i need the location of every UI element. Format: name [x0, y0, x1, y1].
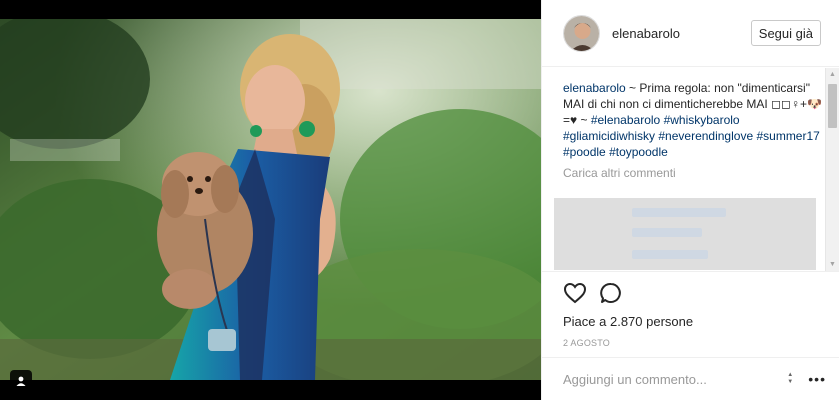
action-bar — [563, 272, 820, 314]
scroll-down-arrow-icon[interactable]: ▼ — [826, 258, 839, 271]
likes-count[interactable]: Piace a 2.870 persone — [563, 314, 820, 330]
post-date[interactable]: 2 AGOSTO — [563, 338, 820, 350]
hashtag-link[interactable]: #neverendinglove — [658, 129, 753, 143]
scrollbar-thumb[interactable] — [828, 84, 837, 128]
loading-placeholder — [554, 198, 816, 270]
person-tag-icon[interactable] — [10, 370, 32, 392]
add-comment-input[interactable] — [563, 371, 785, 387]
add-comment-bar: ▲▼ ••• — [542, 357, 839, 400]
hashtag-link[interactable]: #elenabarolo — [591, 113, 660, 127]
following-button[interactable]: Segui già — [750, 20, 821, 46]
post-author-username[interactable]: elenabarolo — [612, 26, 751, 41]
hashtag-link[interactable]: #summer17 — [756, 129, 819, 143]
post-sidebar: elenabarolo Segui già elenabarolo ~ Prim… — [541, 0, 839, 400]
post-actions-area: Piace a 2.870 persone 2 AGOSTO — [542, 271, 839, 350]
caption-username[interactable]: elenabarolo — [563, 81, 626, 95]
speech-bubble-icon[interactable] — [599, 281, 623, 305]
post-photo-pane — [0, 0, 541, 400]
comments-list: elenabarolo ~ Prima regola: non "dimenti… — [542, 68, 839, 271]
ellipsis-icon[interactable]: ••• — [808, 372, 826, 386]
comments-scrollbar[interactable]: ▲ ▼ — [825, 68, 839, 271]
load-more-comments-link[interactable]: Carica altri commenti — [542, 160, 839, 180]
scroll-up-arrow-icon[interactable]: ▲ — [826, 68, 839, 81]
post-header: elenabarolo Segui già — [542, 0, 839, 67]
hashtag-link[interactable]: #whiskybarolo — [664, 113, 740, 127]
post-photo[interactable] — [0, 19, 541, 380]
heart-outline-icon[interactable] — [563, 281, 587, 305]
stepper-arrows-icon[interactable]: ▲ ▼ — [784, 371, 796, 387]
avatar[interactable] — [563, 14, 600, 52]
hashtag-link[interactable]: #poodle — [563, 145, 606, 159]
caption-comment: elenabarolo ~ Prima regola: non "dimenti… — [542, 68, 839, 160]
hashtag-link[interactable]: #gliamicidiwhisky — [563, 129, 655, 143]
hashtag-link[interactable]: #toypoodle — [609, 145, 668, 159]
